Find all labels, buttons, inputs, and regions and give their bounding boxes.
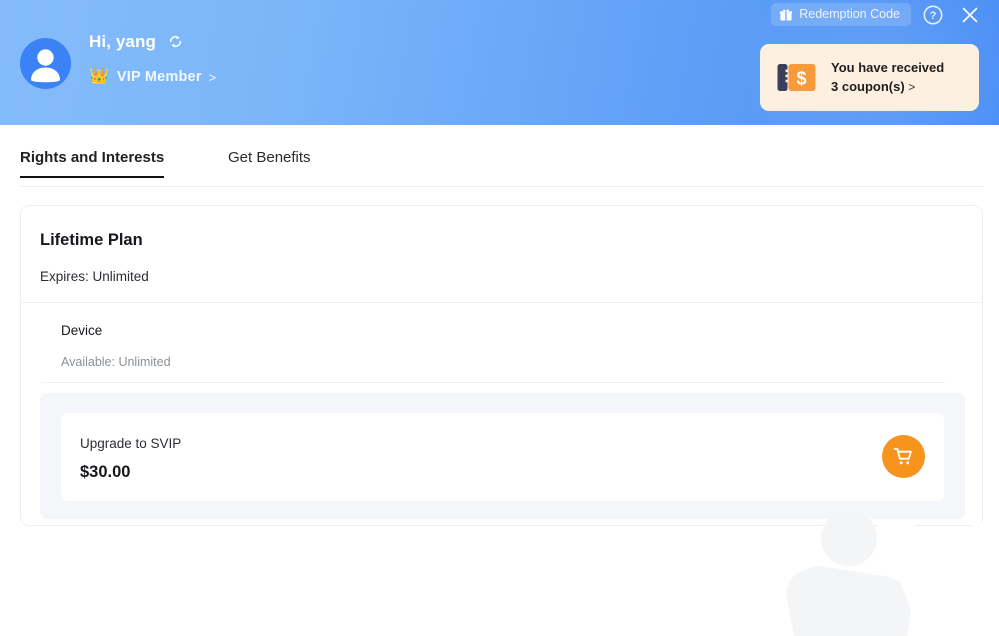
greeting-row: Hi, yang [89,33,184,50]
crown-icon: 👑 [89,68,109,85]
device-divider [41,382,945,383]
device-available: Available: Unlimited [61,354,171,369]
avatar[interactable] [20,38,71,89]
tab-get-benefits[interactable]: Get Benefits [228,149,311,176]
watermark-graphic [786,516,999,636]
svg-text:$: $ [796,69,806,89]
vip-member-link[interactable]: 👑 VIP Member > [89,69,216,85]
device-block: Device Available: Unlimited [61,324,945,368]
coupon-ticket-icon: $ [777,64,816,91]
user-avatar-icon [31,49,60,83]
svg-text:?: ? [930,10,937,22]
coupon-banner-text: You have received 3 coupon(s) > [831,59,944,97]
plan-title: Lifetime Plan [40,231,143,249]
gift-icon [780,8,793,21]
tabs-divider [20,186,983,187]
close-icon[interactable] [959,4,981,26]
coupon-banner[interactable]: $ You have received 3 coupon(s) > [760,44,979,111]
redemption-code-label: Redemption Code [799,7,900,22]
add-to-cart-button[interactable] [882,435,925,478]
chevron-right-icon: > [908,79,916,94]
app-header: Hi, yang 👑 VIP Member > Redemption Code … [0,0,999,125]
upgrade-panel[interactable]: Upgrade to SVIP $30.00 [61,413,944,501]
plan-card: Lifetime Plan Expires: Unlimited Device … [20,205,983,526]
question-circle-icon[interactable]: ? [923,5,943,25]
tabs-bar: Rights and Interests Get Benefits More p… [0,125,999,299]
chevron-right-icon: > [208,69,217,85]
refresh-icon[interactable] [167,33,184,50]
vip-member-label: VIP Member [116,68,202,85]
tab-rights-and-interests[interactable]: Rights and Interests [20,149,165,178]
upgrade-section: Upgrade to SVIP $30.00 [40,393,965,519]
device-title: Device [61,323,103,338]
background-watermark [699,516,999,636]
plan-card-header: Lifetime Plan Expires: Unlimited [21,206,982,303]
upgrade-label: Upgrade to SVIP [80,436,182,451]
plan-expires: Expires: Unlimited [40,269,149,284]
redemption-code-button[interactable]: Redemption Code [771,3,911,26]
shopping-cart-icon [893,448,912,465]
greeting-text: Hi, yang [89,32,156,51]
upgrade-price: $30.00 [80,463,131,481]
coupon-line-2: 3 coupon(s) [831,78,905,94]
coupon-line-1: You have received [831,59,945,75]
